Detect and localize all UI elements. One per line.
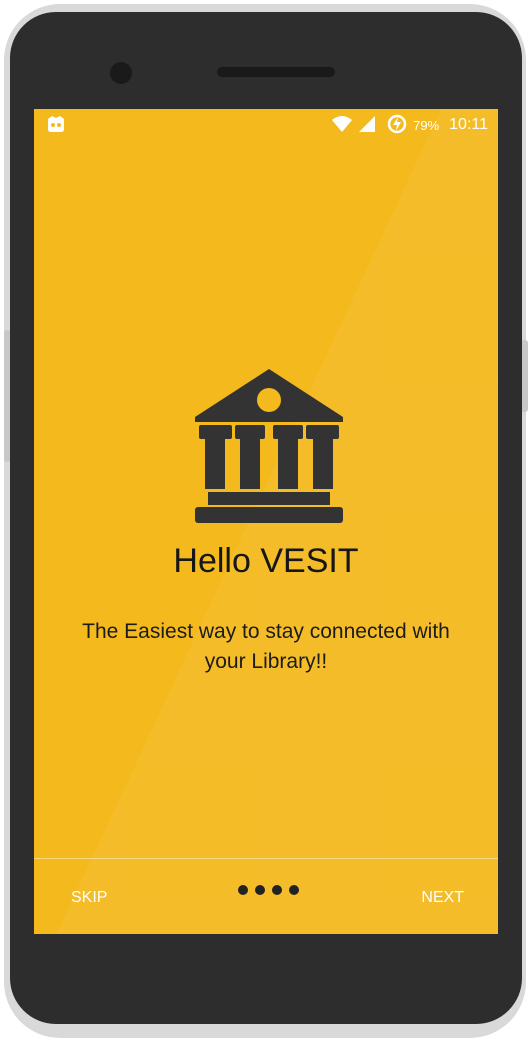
app-screen: 79% 10:11 Hello VESIT The Easiest way to…: [34, 109, 498, 934]
welcome-subtitle: The Easiest way to stay connected with y…: [82, 620, 450, 673]
app-notification-icon: [46, 115, 66, 136]
page-dot[interactable]: [289, 885, 299, 895]
earpiece-speaker: [217, 67, 335, 77]
front-camera: [110, 62, 132, 84]
status-bar: 79% 10:11: [34, 109, 498, 141]
page-indicator: [238, 885, 299, 895]
battery-charging-icon: [387, 114, 407, 137]
skip-button[interactable]: SKIP: [71, 889, 107, 907]
status-icons: 79% 10:11: [331, 109, 488, 141]
wifi-icon: [331, 115, 353, 136]
library-building-icon: [193, 367, 345, 530]
clock: 10:11: [449, 116, 488, 133]
page-dot[interactable]: [272, 885, 282, 895]
welcome-title: Hello VESIT: [173, 542, 359, 580]
footer-divider: [34, 858, 498, 859]
battery-percentage: 79%: [413, 117, 440, 133]
next-button[interactable]: NEXT: [421, 889, 464, 907]
power-button: [521, 340, 528, 412]
cell-signal-icon: [359, 115, 376, 135]
page-dot[interactable]: [238, 885, 248, 895]
page-dot[interactable]: [255, 885, 265, 895]
